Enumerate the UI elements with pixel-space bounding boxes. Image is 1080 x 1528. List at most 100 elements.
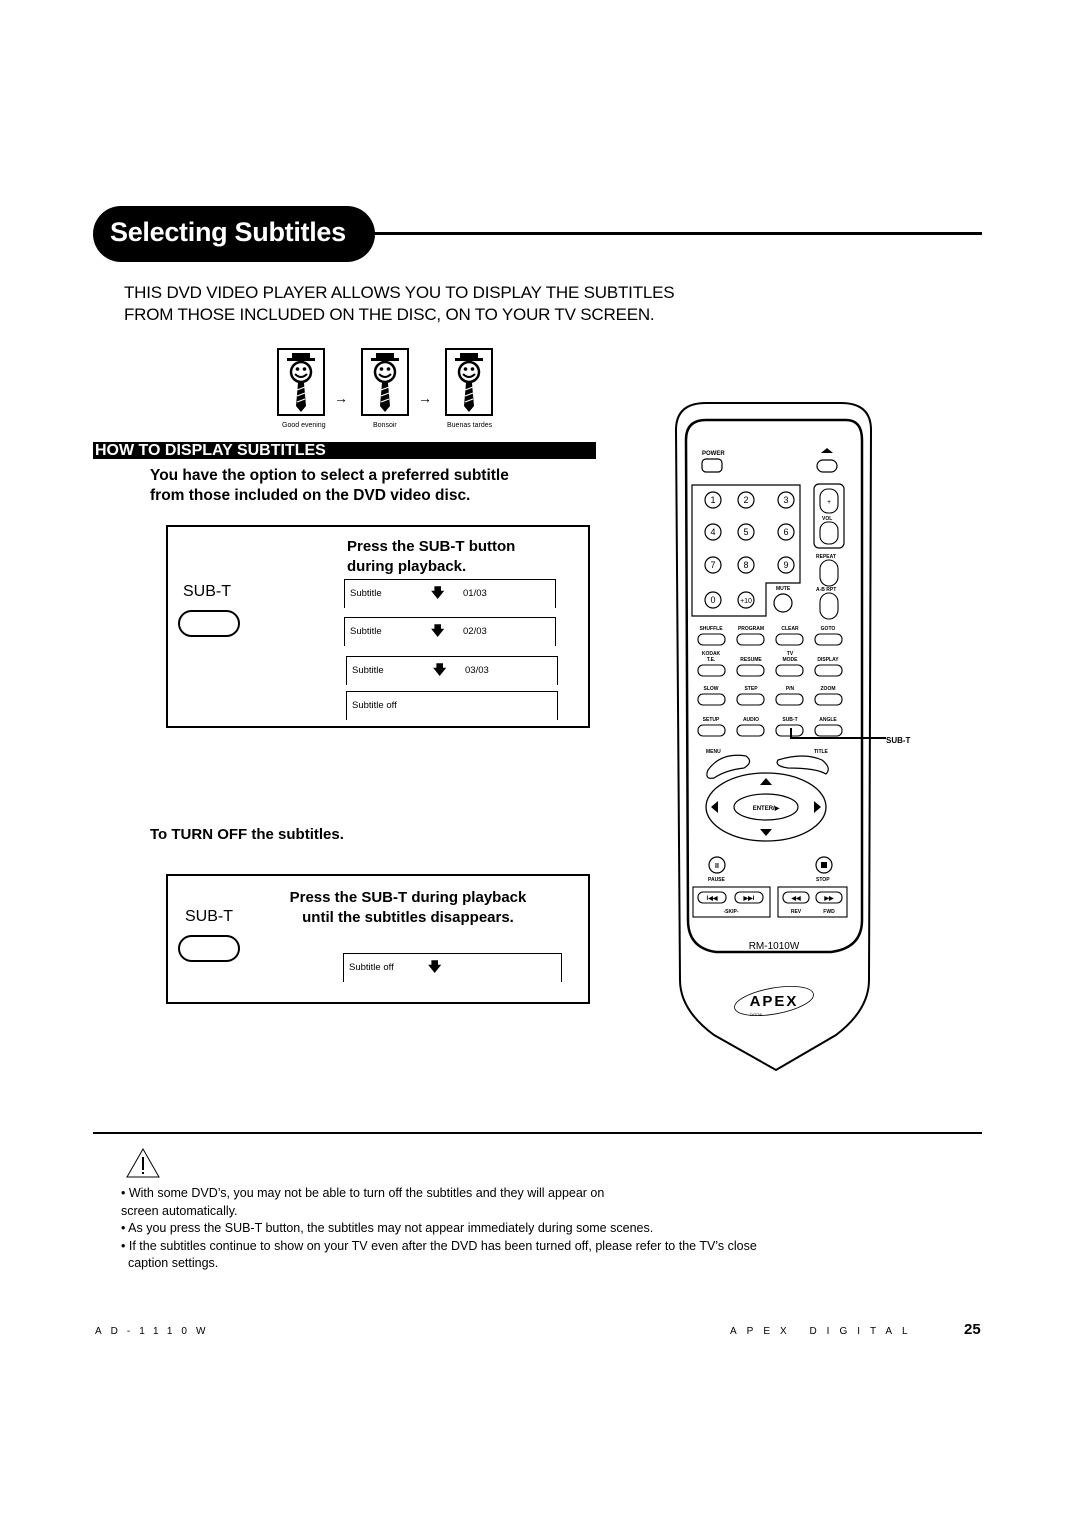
arrow-right-icon: → xyxy=(418,390,432,406)
intro-line-1: THIS DVD VIDEO PLAYER ALLOWS YOU TO DISP… xyxy=(124,283,675,302)
svg-text:▶▶I: ▶▶I xyxy=(743,895,755,902)
power-label: POWER xyxy=(702,451,725,457)
arrow-down-icon: 🡇 xyxy=(431,585,445,600)
repeat-button xyxy=(819,559,839,587)
instruction-line-1: Press the SUB-T button xyxy=(347,538,516,555)
svg-text:▶▶: ▶▶ xyxy=(823,895,834,902)
osd-label: Subtitle xyxy=(352,665,384,676)
svg-text:+: + xyxy=(827,499,831,506)
svg-text:+10: +10 xyxy=(740,598,752,605)
note-item: • As you press the SUB-T button, the sub… xyxy=(121,1221,654,1235)
svg-text:0: 0 xyxy=(710,595,715,605)
arrow-down-icon: 🡇 xyxy=(433,662,447,677)
instruction-line-2: during playback. xyxy=(347,558,467,575)
svg-text:GOTO: GOTO xyxy=(821,626,836,632)
stop-label: STOP xyxy=(816,877,830,883)
caption-spanish: Buenas tardes xyxy=(447,422,493,429)
menu-label: MENU xyxy=(706,749,721,755)
svg-text:II: II xyxy=(715,863,719,870)
svg-text:3: 3 xyxy=(783,495,788,505)
osd-subtitle-1: Subtitle 🡇 01/03 xyxy=(344,579,556,608)
character-icon xyxy=(371,353,399,412)
svg-text:P/N: P/N xyxy=(786,686,795,692)
osd-value: 02/03 xyxy=(463,626,487,637)
title-label: TITLE xyxy=(814,749,829,755)
lead-line-1: You have the option to select a preferre… xyxy=(150,467,509,484)
caption-english: Good evening xyxy=(282,422,326,429)
ab-rpt-label: A-B RPT xyxy=(816,587,836,593)
svg-text:AUDIO: AUDIO xyxy=(743,717,759,723)
instruction-line-1: Press the SUB-T during playback xyxy=(289,889,527,906)
svg-text:I◀◀: I◀◀ xyxy=(707,895,718,902)
sub-t-label: SUB-T xyxy=(183,583,231,600)
svg-text:7: 7 xyxy=(710,560,715,570)
svg-text:8: 8 xyxy=(743,560,748,570)
mute-label: MUTE xyxy=(776,586,791,592)
sub-t-button[interactable] xyxy=(178,610,240,637)
svg-text:RESUME: RESUME xyxy=(740,657,762,663)
section-lead: You have the option to select a preferre… xyxy=(150,466,509,506)
note-item: screen automatically. xyxy=(121,1203,238,1218)
intro-line-2: FROM THOSE INCLUDED ON THE DISC, ON TO Y… xyxy=(124,305,655,324)
note-item: caption settings. xyxy=(121,1256,219,1270)
enter-label: ENTER/▶ xyxy=(753,805,780,812)
svg-text:SLOW: SLOW xyxy=(704,686,719,692)
osd-subtitle-3: Subtitle 🡇 03/03 xyxy=(346,656,558,685)
osd-label: Subtitle xyxy=(350,626,382,637)
apex-logo: APEX xyxy=(750,993,799,1010)
osd-subtitle-off: Subtitle off 🡇 xyxy=(343,953,562,982)
svg-text:DISPLAY: DISPLAY xyxy=(817,657,839,663)
character-frame-1 xyxy=(277,348,325,416)
osd-label: Subtitle off xyxy=(349,962,394,973)
osd-subtitle-off: Subtitle off xyxy=(346,691,558,720)
section-heading: HOW TO DISPLAY SUBTITLES xyxy=(95,442,326,459)
svg-text:STEP: STEP xyxy=(744,686,758,692)
footer-model: AD-1110W xyxy=(95,1326,215,1337)
osd-subtitle-2: Subtitle 🡇 02/03 xyxy=(344,617,556,646)
note-item: • If the subtitles continue to show on y… xyxy=(121,1238,757,1253)
svg-text:9: 9 xyxy=(783,560,788,570)
arrow-down-icon: 🡇 xyxy=(428,959,442,974)
remote-model-label: RM-1010W xyxy=(749,941,800,952)
power-button xyxy=(701,458,723,473)
repeat-label: REPEAT xyxy=(816,554,836,560)
svg-text:6: 6 xyxy=(783,527,788,537)
osd-value: 03/03 xyxy=(465,665,489,676)
arrow-right-icon: → xyxy=(334,390,348,406)
step-select-box: SUB-T Press the SUB-T button during play… xyxy=(166,525,590,728)
arrow-down-icon: 🡇 xyxy=(431,623,445,638)
sub-t-callout: SUB-T xyxy=(886,736,911,745)
footer-brand: APEX DIGITAL xyxy=(730,1326,918,1337)
osd-value: 01/03 xyxy=(463,588,487,599)
svg-text:CLEAR: CLEAR xyxy=(781,626,799,632)
note-item: • With some DVD’s, you may not be able t… xyxy=(121,1186,605,1200)
sub-t-button[interactable] xyxy=(178,935,240,962)
svg-text:SHUFFLE: SHUFFLE xyxy=(699,626,723,632)
turn-off-instruction: Press the SUB-T during playback until th… xyxy=(268,888,548,928)
character-icon xyxy=(455,353,483,412)
svg-text:2: 2 xyxy=(743,495,748,505)
turn-off-heading: To TURN OFF the subtitles. xyxy=(150,826,344,843)
ab-repeat-button xyxy=(819,592,839,620)
caption-french: Bonsoir xyxy=(373,422,397,429)
notes-list: • With some DVD’s, you may not be able t… xyxy=(121,1185,921,1273)
step-instruction: Press the SUB-T button during playback. xyxy=(347,537,515,577)
title-rule xyxy=(374,232,982,235)
osd-label: Subtitle off xyxy=(352,700,397,711)
svg-text:5: 5 xyxy=(743,527,748,537)
notes-divider xyxy=(93,1132,982,1134)
character-frame-2 xyxy=(361,348,409,416)
svg-text:PROGRAM: PROGRAM xyxy=(738,626,764,632)
osd-label: Subtitle xyxy=(350,588,382,599)
svg-text:FWD: FWD xyxy=(823,909,835,915)
svg-text:-SKIP-: -SKIP- xyxy=(724,909,739,915)
svg-text:◀◀: ◀◀ xyxy=(790,895,801,902)
warning-icon xyxy=(126,1147,160,1178)
mute-button xyxy=(773,593,793,613)
page-number: 25 xyxy=(964,1321,981,1338)
svg-text:ANGLE: ANGLE xyxy=(819,717,837,723)
character-icon xyxy=(287,353,315,412)
eject-button xyxy=(816,459,838,473)
sub-t-label: SUB-T xyxy=(185,908,233,925)
instruction-line-2: until the subtitles disappears. xyxy=(302,909,514,926)
